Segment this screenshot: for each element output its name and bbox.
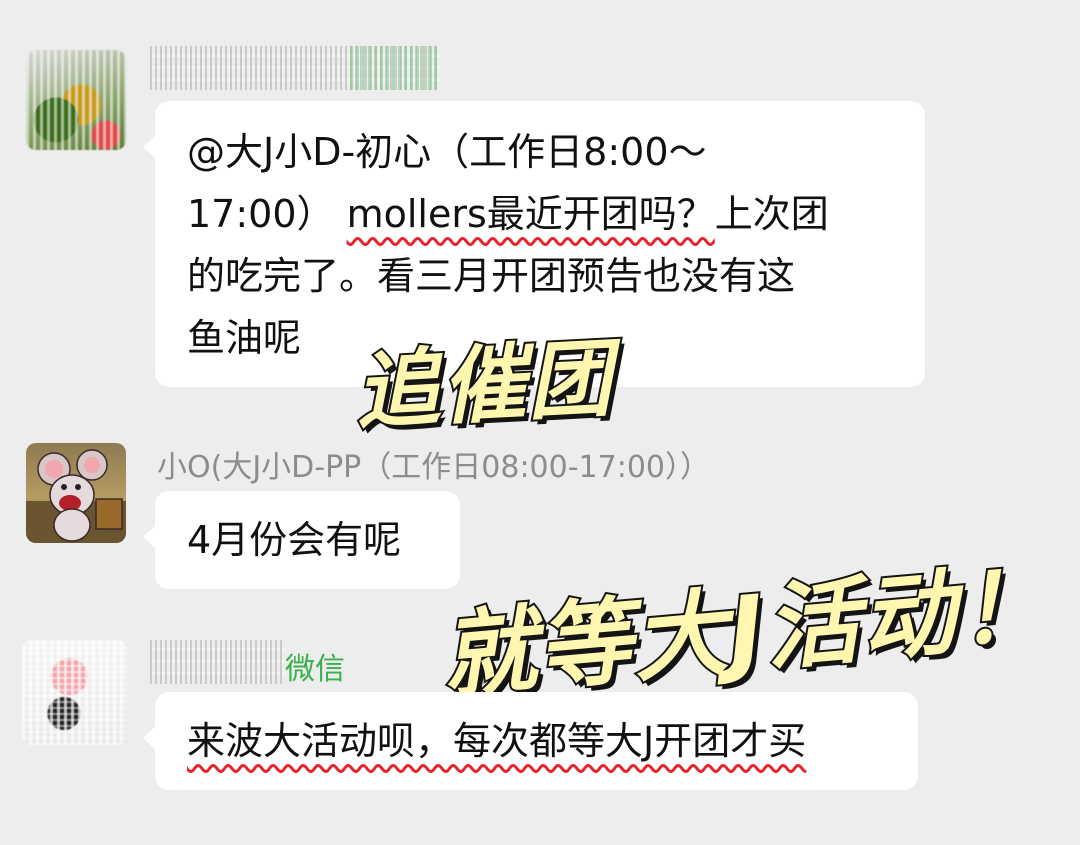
highlighted-question: mollers最近开团吗？	[346, 192, 715, 236]
message-1-line-3: 的吃完了。看三月开团预告也没有这	[187, 254, 796, 298]
blurred-sender-name	[150, 46, 440, 90]
blurred-sender-name	[150, 640, 285, 684]
message-1-line-2a: 17:00）	[187, 192, 347, 236]
message-1-line-2c: 上次团	[714, 192, 829, 236]
message-text-2: 4月份会有呢	[187, 518, 402, 562]
sender-name: 小O(大J小D-PP（工作日08:00-17:00））	[157, 450, 711, 485]
sticker-text-second: 就等大J活动！	[435, 548, 1059, 714]
blurred-avatar-icon[interactable]	[22, 640, 127, 745]
sticker-text-first: 追催团	[351, 327, 618, 442]
sender-name-suffix: 微信	[285, 652, 345, 687]
mouse-drawing	[26, 449, 126, 543]
message-text-3: 来波大活动呗，每次都等大J开团才买	[187, 719, 807, 763]
message-1-line-1: @大J小D-初心（工作日8:00～	[187, 130, 707, 174]
message-bubble-3[interactable]: 来波大活动呗，每次都等大J开团才买	[143, 692, 918, 790]
message-bubble-2[interactable]: 4月份会有呢	[143, 491, 460, 589]
cartoon-mouse-avatar-icon[interactable]	[26, 443, 126, 543]
blurred-avatar-icon[interactable]	[26, 50, 126, 150]
message-1-line-2: 17:00） mollers最近开团吗？上次团	[187, 183, 887, 245]
